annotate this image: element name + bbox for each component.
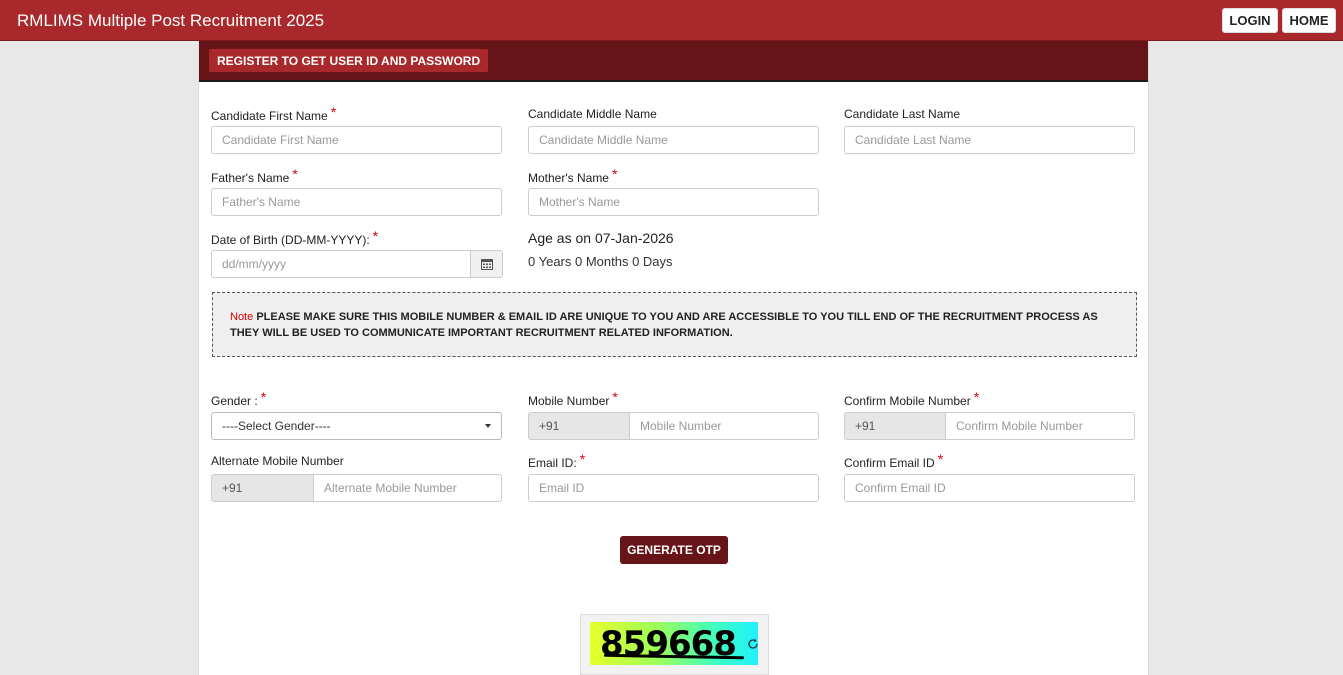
gender-label-text: Gender : — [211, 394, 258, 408]
confirm-mobile-label: Confirm Mobile Number * — [844, 389, 980, 408]
first-name-label: Candidate First Name * — [211, 104, 337, 123]
mother-name-input[interactable]: Mother's Name — [528, 188, 819, 216]
required-marker: * — [372, 228, 379, 244]
confirm-email-label-text: Confirm Email ID — [844, 456, 935, 470]
gender-label: Gender : * — [211, 389, 267, 408]
card-header: REGISTER TO GET USER ID AND PASSWORD — [199, 41, 1148, 82]
refresh-icon — [748, 638, 758, 649]
alt-mobile-input[interactable]: Alternate Mobile Number — [313, 474, 502, 502]
calendar-icon — [480, 259, 493, 270]
mobile-country-code: +91 — [528, 412, 630, 440]
father-name-input[interactable]: Father's Name — [211, 188, 502, 216]
required-marker: * — [612, 389, 618, 405]
required-marker: * — [973, 389, 980, 405]
confirm-mobile-label-text: Confirm Mobile Number — [844, 394, 971, 408]
last-name-input[interactable]: Candidate Last Name — [844, 126, 1135, 154]
dob-input[interactable]: dd/mm/yyyy — [211, 250, 483, 278]
required-marker: * — [937, 451, 944, 467]
chevron-down-icon — [485, 424, 491, 428]
calendar-button[interactable] — [470, 250, 503, 278]
login-button[interactable]: LOGIN — [1222, 8, 1278, 33]
confirm-mobile-country-code: +91 — [844, 412, 946, 440]
notice-box: Note PLEASE MAKE SURE THIS MOBILE NUMBER… — [212, 292, 1137, 357]
age-value: 0 Years 0 Months 0 Days — [528, 254, 673, 269]
required-marker: * — [611, 166, 618, 182]
mother-name-label: Mother's Name * — [528, 166, 618, 185]
dob-label-text: Date of Birth (DD-MM-YYYY): — [211, 233, 370, 247]
note-text: PLEASE MAKE SURE THIS MOBILE NUMBER & EM… — [230, 311, 1098, 339]
first-name-input[interactable]: Candidate First Name — [211, 126, 502, 154]
dob-field: dd/mm/yyyy — [211, 250, 515, 278]
confirm-email-label: Confirm Email ID * — [844, 451, 944, 470]
last-name-label: Candidate Last Name — [844, 107, 961, 121]
gender-select[interactable]: ----Select Gender---- — [211, 412, 502, 440]
generate-otp-button[interactable]: GENERATE OTP — [620, 536, 728, 564]
top-navbar: RMLIMS Multiple Post Recruitment 2025 LO… — [0, 0, 1343, 41]
confirm-email-input[interactable]: Confirm Email ID — [844, 474, 1135, 502]
email-label: Email ID: * — [528, 451, 586, 470]
first-name-label-text: Candidate First Name — [211, 109, 328, 123]
captcha-image: 859668 — [590, 622, 758, 665]
alt-mobile-country-code: +91 — [211, 474, 314, 502]
middle-name-input[interactable]: Candidate Middle Name — [528, 126, 819, 154]
required-marker: * — [292, 166, 298, 182]
mother-name-label-text: Mother's Name — [528, 171, 609, 185]
required-marker: * — [330, 104, 337, 120]
dob-label: Date of Birth (DD-MM-YYYY): * — [211, 228, 379, 247]
required-marker: * — [579, 451, 586, 467]
required-marker: * — [260, 389, 267, 405]
father-name-label-text: Father's Name — [211, 171, 290, 185]
confirm-mobile-input[interactable]: Confirm Mobile Number — [945, 412, 1135, 440]
note-label: Note — [230, 311, 254, 323]
father-name-label: Father's Name * — [211, 166, 298, 185]
email-input[interactable]: Email ID — [528, 474, 819, 502]
refresh-captcha-button[interactable] — [746, 637, 760, 651]
mobile-input[interactable]: Mobile Number — [629, 412, 819, 440]
alt-mobile-label: Alternate Mobile Number — [211, 454, 344, 468]
home-button[interactable]: HOME — [1282, 8, 1336, 33]
gender-selected-value: ----Select Gender---- — [222, 419, 331, 433]
app-title: RMLIMS Multiple Post Recruitment 2025 — [17, 11, 325, 30]
age-heading: Age as on 07-Jan-2026 — [528, 230, 674, 246]
registration-card: REGISTER TO GET USER ID AND PASSWORD Can… — [198, 41, 1149, 675]
register-heading: REGISTER TO GET USER ID AND PASSWORD — [209, 49, 489, 72]
middle-name-label: Candidate Middle Name — [528, 107, 657, 121]
captcha-box: 859668 — [580, 614, 769, 675]
mobile-label: Mobile Number * — [528, 389, 618, 408]
email-label-text: Email ID: — [528, 456, 577, 470]
mobile-label-text: Mobile Number — [528, 394, 610, 408]
